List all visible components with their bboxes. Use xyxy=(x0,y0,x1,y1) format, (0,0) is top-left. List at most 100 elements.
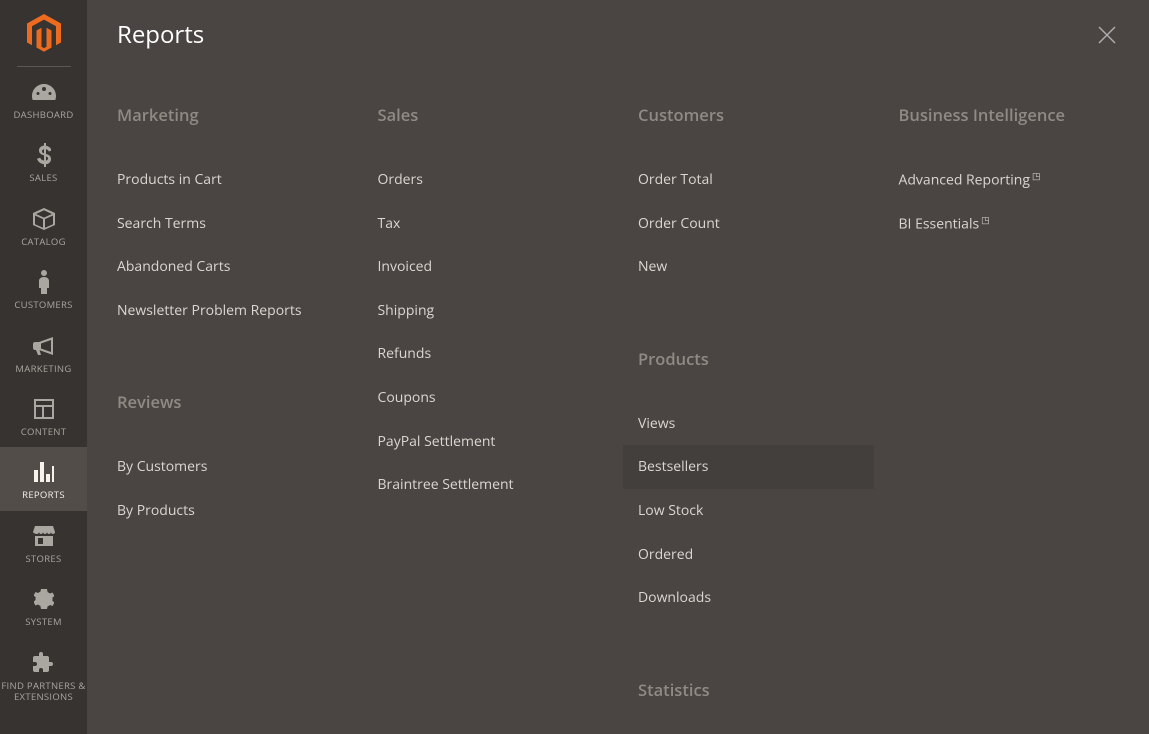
menu-link-label: Ordered xyxy=(638,545,693,564)
menu-link-products-in-cart[interactable]: Products in Cart xyxy=(102,158,353,202)
box-icon xyxy=(0,205,87,233)
menu-link-shipping[interactable]: Shipping xyxy=(363,289,614,333)
sidebar-item-label: CUSTOMERS xyxy=(0,299,87,310)
sidebar-item-label: FIND PARTNERS & EXTENSIONS xyxy=(0,680,87,703)
flyout-header: Reports xyxy=(117,18,1119,51)
menu-link-label: Newsletter Problem Reports xyxy=(117,301,302,320)
section-heading: Marketing xyxy=(117,103,338,126)
menu-link-bestsellers[interactable]: Bestsellers xyxy=(623,445,874,489)
flyout-section: Business IntelligenceAdvanced Reporting◳… xyxy=(899,103,1120,247)
menu-link-search-terms[interactable]: Search Terms xyxy=(102,202,353,246)
sidebar-item-label: SYSTEM xyxy=(0,616,87,627)
flyout-section: ProductsViewsBestsellersLow StockOrdered… xyxy=(638,347,859,620)
storefront-icon xyxy=(0,522,87,550)
flyout-column: Business IntelligenceAdvanced Reporting◳… xyxy=(899,103,1120,734)
menu-link-order-count[interactable]: Order Count xyxy=(623,202,874,246)
dollar-icon xyxy=(0,141,87,169)
dashboard-icon xyxy=(0,78,87,106)
menu-link-ordered[interactable]: Ordered xyxy=(623,533,874,577)
menu-link-label: Abandoned Carts xyxy=(117,257,230,276)
flyout-column: SalesOrdersTaxInvoicedShippingRefundsCou… xyxy=(378,103,599,734)
flyout-title: Reports xyxy=(117,18,204,51)
logo[interactable] xyxy=(0,0,87,66)
menu-link-label: PayPal Settlement xyxy=(378,432,496,451)
menu-link-label: Order Total xyxy=(638,170,713,189)
close-icon xyxy=(1098,26,1116,44)
sidebar-item-catalog[interactable]: CATALOG xyxy=(0,194,87,257)
sidebar-item-dashboard[interactable]: DASHBOARD xyxy=(0,67,87,130)
menu-link-coupons[interactable]: Coupons xyxy=(363,376,614,420)
menu-link-label: New xyxy=(638,257,667,276)
section-heading: Sales xyxy=(378,103,599,126)
sidebar: DASHBOARD SALES CATALOG CUSTOMERS MARKET… xyxy=(0,0,87,734)
section-heading: Reviews xyxy=(117,390,338,413)
close-button[interactable] xyxy=(1095,23,1119,47)
external-link-icon: ◳ xyxy=(1032,169,1041,182)
menu-link-label: Refunds xyxy=(378,344,432,363)
menu-link-orders[interactable]: Orders xyxy=(363,158,614,202)
menu-link-tax[interactable]: Tax xyxy=(363,202,614,246)
menu-link-label: Views xyxy=(638,414,675,433)
menu-link-label: Tax xyxy=(378,214,401,233)
gear-icon xyxy=(0,585,87,613)
section-heading: Products xyxy=(638,347,859,370)
menu-link-bi-essentials[interactable]: BI Essentials◳ xyxy=(884,202,1135,246)
magento-logo-icon xyxy=(27,14,61,52)
menu-link-label: BI Essentials xyxy=(899,215,980,234)
sidebar-item-customers[interactable]: CUSTOMERS xyxy=(0,257,87,320)
section-heading: Customers xyxy=(638,103,859,126)
flyout-section: StatisticsRefresh Statistics xyxy=(638,678,859,734)
sidebar-item-label: DASHBOARD xyxy=(0,109,87,120)
menu-link-advanced-reporting[interactable]: Advanced Reporting◳ xyxy=(884,158,1135,202)
person-icon xyxy=(0,268,87,296)
menu-link-label: Orders xyxy=(378,170,423,189)
layout-icon xyxy=(0,395,87,423)
menu-link-low-stock[interactable]: Low Stock xyxy=(623,489,874,533)
menu-link-abandoned-carts[interactable]: Abandoned Carts xyxy=(102,245,353,289)
flyout-column: Customers Order Total Order Count New Produc… xyxy=(638,103,859,734)
menu-link-paypal-settlement[interactable]: PayPal Settlement xyxy=(363,420,614,464)
flyout-section: ReviewsBy CustomersBy Products xyxy=(117,390,338,532)
sidebar-item-stores[interactable]: STORES xyxy=(0,511,87,574)
sidebar-item-system[interactable]: SYSTEM xyxy=(0,574,87,637)
menu-link-label: Search Terms xyxy=(117,214,206,233)
menu-link-label: Braintree Settlement xyxy=(378,475,514,494)
menu-link-views[interactable]: Views xyxy=(623,402,874,446)
reports-flyout: Reports Marketing Products in Cart Search … xyxy=(87,0,1149,734)
menu-link-label: Downloads xyxy=(638,588,711,607)
menu-link-label: By Customers xyxy=(117,457,207,476)
menu-link-label: Advanced Reporting xyxy=(899,171,1030,190)
bar-chart-icon xyxy=(0,458,87,486)
sidebar-item-content[interactable]: CONTENT xyxy=(0,384,87,447)
menu-link-by-products[interactable]: By Products xyxy=(102,489,353,533)
menu-link-label: Coupons xyxy=(378,388,436,407)
sidebar-item-reports[interactable]: REPORTS xyxy=(0,447,87,510)
menu-link-invoiced[interactable]: Invoiced xyxy=(363,245,614,289)
menu-link-newsletter-problem-reports[interactable]: Newsletter Problem Reports xyxy=(102,289,353,333)
megaphone-icon xyxy=(0,332,87,360)
external-link-icon: ◳ xyxy=(981,213,990,226)
sidebar-item-label: STORES xyxy=(0,553,87,564)
menu-link-label: Order Count xyxy=(638,214,720,233)
sidebar-item-marketing[interactable]: MARKETING xyxy=(0,321,87,384)
menu-link-by-customers[interactable]: By Customers xyxy=(102,445,353,489)
menu-link-label: Invoiced xyxy=(378,257,433,276)
flyout-column: Marketing Products in Cart Search Terms Aba… xyxy=(117,103,338,734)
flyout-columns: Marketing Products in Cart Search Terms Aba… xyxy=(117,103,1119,734)
menu-link-downloads[interactable]: Downloads xyxy=(623,576,874,620)
sidebar-item-sales[interactable]: SALES xyxy=(0,130,87,193)
menu-link-refunds[interactable]: Refunds xyxy=(363,332,614,376)
menu-link-braintree-settlement[interactable]: Braintree Settlement xyxy=(363,463,614,507)
sidebar-item-label: CONTENT xyxy=(0,426,87,437)
section-heading: Statistics xyxy=(638,678,859,701)
sidebar-item-label: SALES xyxy=(0,172,87,183)
menu-link-label: Products in Cart xyxy=(117,170,222,189)
menu-link-order-total[interactable]: Order Total xyxy=(623,158,874,202)
menu-link-label: Bestsellers xyxy=(638,457,708,476)
flyout-section: Customers Order Total Order Count New xyxy=(638,103,859,289)
flyout-section: Marketing Products in Cart Search Terms Aba… xyxy=(117,103,338,332)
sidebar-item-find-partners[interactable]: FIND PARTNERS & EXTENSIONS xyxy=(0,638,87,713)
menu-link-new[interactable]: New xyxy=(623,245,874,289)
flyout-section: SalesOrdersTaxInvoicedShippingRefundsCou… xyxy=(378,103,599,507)
sidebar-item-label: MARKETING xyxy=(0,363,87,374)
